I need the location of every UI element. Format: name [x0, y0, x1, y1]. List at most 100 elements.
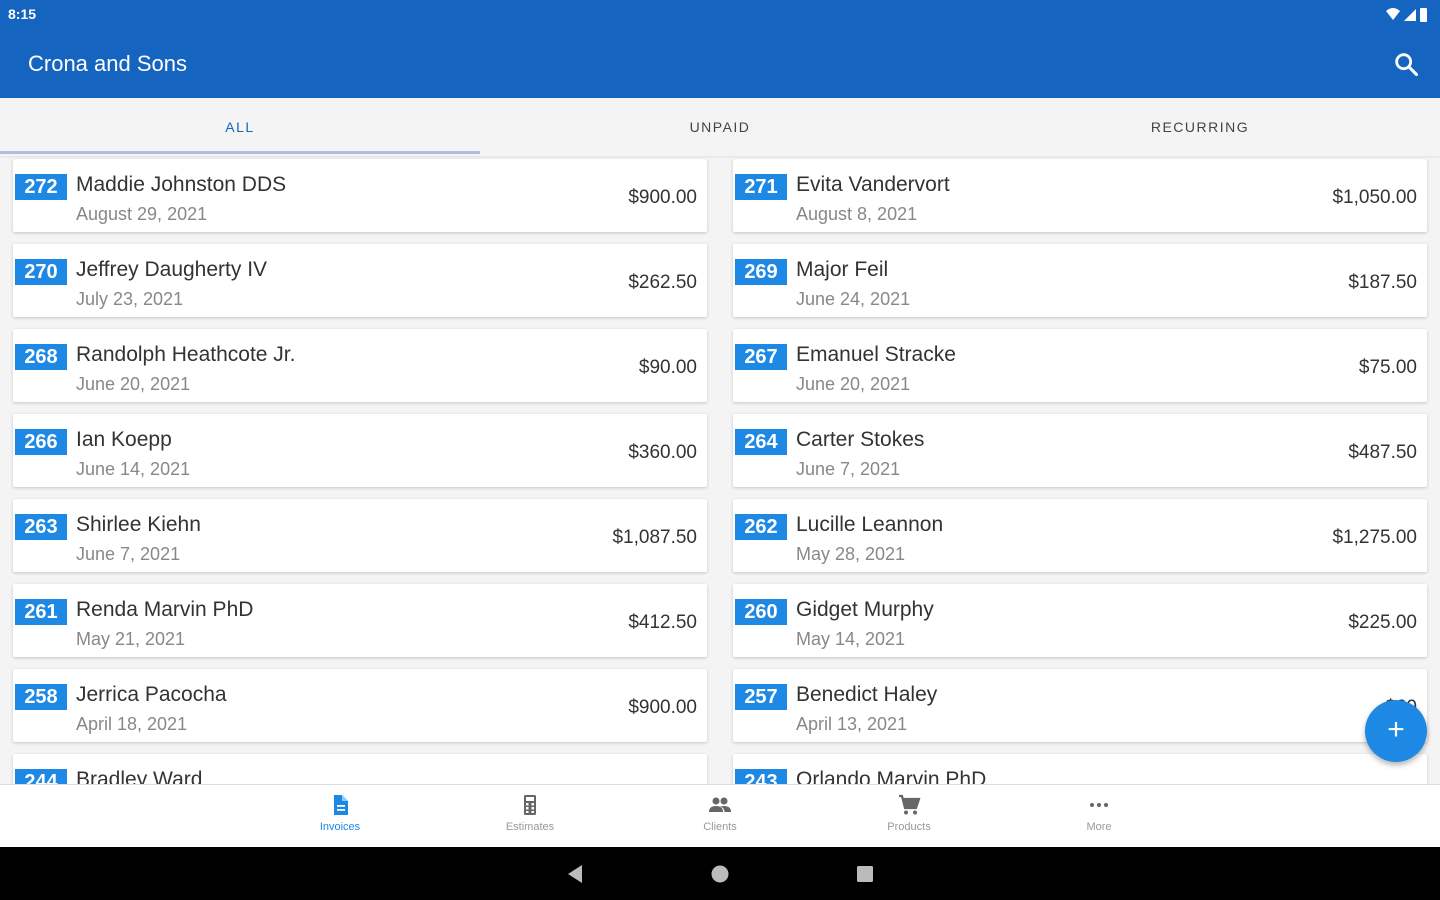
nav-label: Products — [887, 821, 931, 833]
back-icon[interactable] — [564, 863, 586, 885]
invoice-number: 243 — [735, 769, 787, 784]
invoice-number: 269 — [735, 259, 787, 285]
invoice-card[interactable]: 257 Benedict Haley April 13, 2021 $60 — [733, 669, 1427, 742]
tab-indicator — [0, 151, 480, 154]
invoice-date: July 23, 2021 — [76, 289, 184, 309]
tab-all[interactable]: ALL — [0, 98, 480, 156]
client-name: Emanuel Stracke — [796, 343, 956, 366]
client-name: Gidget Murphy — [796, 598, 934, 621]
invoice-card[interactable]: 244 Bradley Ward — [13, 754, 707, 784]
search-icon[interactable] — [1392, 50, 1420, 78]
invoice-card[interactable]: 262 Lucille Leannon May 28, 2021 $1,275.… — [733, 499, 1427, 572]
battery-icon — [1420, 8, 1427, 22]
invoice-number: 270 — [15, 259, 67, 285]
invoice-number: 262 — [735, 514, 787, 540]
invoice-card[interactable]: 258 Jerrica Pacocha April 18, 2021 $900.… — [13, 669, 707, 742]
tab-recurring[interactable]: RECURRING — [960, 98, 1440, 156]
invoice-number: 264 — [735, 429, 787, 455]
invoice-amount: $225.00 — [1348, 612, 1417, 633]
invoice-card[interactable]: 243 Orlando Marvin PhD — [733, 754, 1427, 784]
add-invoice-button[interactable]: + — [1365, 700, 1427, 762]
client-name: Bradley Ward — [76, 768, 203, 784]
signal-icon — [1404, 9, 1416, 21]
invoice-date: June 7, 2021 — [796, 459, 901, 479]
invoice-card[interactable]: 269 Major Feil June 24, 2021 $187.50 — [733, 244, 1427, 317]
invoice-number: 272 — [15, 174, 67, 200]
calculator-icon — [524, 795, 536, 815]
invoice-amount: $1,087.50 — [612, 527, 697, 548]
invoice-amount: $412.50 — [628, 612, 697, 633]
people-icon — [709, 797, 731, 812]
status-bar: 8:15 — [0, 0, 1440, 30]
tab-bar: ALL UNPAID RECURRING — [0, 98, 1440, 156]
invoice-date: June 7, 2021 — [76, 544, 181, 564]
client-name: Major Feil — [796, 258, 889, 281]
invoice-card[interactable]: 270 Jeffrey Daugherty IV July 23, 2021 $… — [13, 244, 707, 317]
recents-icon[interactable] — [854, 863, 876, 885]
client-name: Benedict Haley — [796, 683, 938, 706]
client-name: Renda Marvin PhD — [76, 598, 254, 621]
tab-unpaid[interactable]: UNPAID — [480, 98, 960, 156]
cart-icon — [899, 794, 921, 815]
nav-label: More — [1086, 821, 1112, 833]
client-name: Lucille Leannon — [796, 513, 944, 536]
bottom-nav: Invoices Estimates Clients Products More — [0, 784, 1440, 848]
nav-estimates[interactable]: Estimates — [470, 793, 590, 843]
nav-products[interactable]: Products — [849, 793, 969, 843]
client-name: Shirlee Kiehn — [76, 513, 201, 536]
app-bar: Crona and Sons — [0, 30, 1440, 98]
invoice-amount: $487.50 — [1348, 442, 1417, 463]
invoice-date: June 24, 2021 — [796, 289, 911, 309]
invoice-date: June 20, 2021 — [76, 374, 191, 394]
invoice-amount: $187.50 — [1348, 272, 1417, 293]
invoice-date: August 8, 2021 — [796, 204, 918, 224]
invoice-card[interactable]: 264 Carter Stokes June 7, 2021 $487.50 — [733, 414, 1427, 487]
home-icon[interactable] — [709, 863, 731, 885]
invoice-card[interactable]: 260 Gidget Murphy May 14, 2021 $225.00 — [733, 584, 1427, 657]
nav-more[interactable]: More — [1039, 793, 1159, 843]
client-name: Randolph Heathcote Jr. — [76, 343, 296, 366]
status-icons — [1386, 8, 1427, 22]
invoice-date: May 28, 2021 — [796, 544, 906, 564]
invoice-card[interactable]: 263 Shirlee Kiehn June 7, 2021 $1,087.50 — [13, 499, 707, 572]
invoice-number: 261 — [15, 599, 67, 625]
invoice-amount: $75.00 — [1358, 357, 1417, 378]
invoice-number: 267 — [735, 344, 787, 370]
client-name: Jeffrey Daugherty IV — [76, 258, 268, 281]
invoice-card[interactable]: 261 Renda Marvin PhD May 21, 2021 $412.5… — [13, 584, 707, 657]
client-name: Maddie Johnston DDS — [76, 173, 287, 196]
invoice-amount: $360.00 — [628, 442, 697, 463]
invoice-date: May 14, 2021 — [796, 629, 906, 649]
invoice-amount: $90.00 — [638, 357, 697, 378]
invoice-amount: $262.50 — [628, 272, 697, 293]
invoice-card[interactable]: 271 Evita Vandervort August 8, 2021 $1,0… — [733, 159, 1427, 232]
invoice-number: 271 — [735, 174, 787, 200]
invoice-number: 263 — [15, 514, 67, 540]
invoice-card[interactable]: 266 Ian Koepp June 14, 2021 $360.00 — [13, 414, 707, 487]
client-name: Orlando Marvin PhD — [796, 768, 987, 784]
nav-label: Estimates — [505, 821, 555, 833]
invoice-card[interactable]: 268 Randolph Heathcote Jr. June 20, 2021… — [13, 329, 707, 402]
nav-invoices[interactable]: Invoices — [280, 793, 400, 843]
invoice-date: August 29, 2021 — [76, 204, 208, 224]
invoice-number: 257 — [735, 684, 787, 710]
invoice-amount: $900.00 — [628, 697, 697, 718]
client-name: Jerrica Pacocha — [76, 683, 227, 706]
client-name: Carter Stokes — [796, 428, 925, 451]
client-name: Evita Vandervort — [796, 173, 950, 196]
invoice-date: May 21, 2021 — [76, 629, 186, 649]
document-icon — [334, 795, 348, 815]
invoice-number: 258 — [15, 684, 67, 710]
more-icon — [1090, 803, 1108, 807]
invoice-card[interactable]: 267 Emanuel Stracke June 20, 2021 $75.00 — [733, 329, 1427, 402]
invoice-number: 260 — [735, 599, 787, 625]
invoice-amount: $900.00 — [628, 187, 697, 208]
invoice-list[interactable]: 272 Maddie Johnston DDS August 29, 2021 … — [0, 156, 1440, 784]
client-name: Ian Koepp — [76, 428, 172, 451]
nav-label: Clients — [703, 821, 737, 833]
invoice-card[interactable]: 272 Maddie Johnston DDS August 29, 2021 … — [13, 159, 707, 232]
nav-label: Invoices — [319, 821, 361, 833]
nav-clients[interactable]: Clients — [660, 793, 780, 843]
invoice-number: 268 — [15, 344, 67, 370]
invoice-number: 266 — [15, 429, 67, 455]
